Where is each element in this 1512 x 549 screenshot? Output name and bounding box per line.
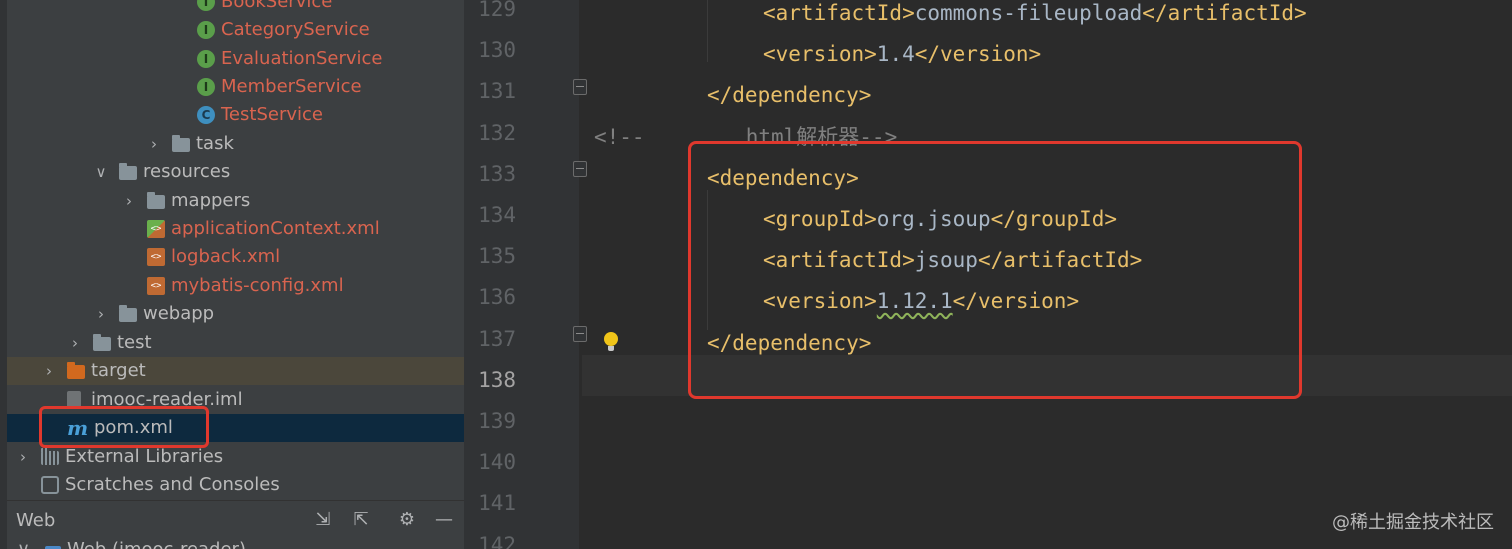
web-tree-row[interactable]: ∨ Web (imooc-reader) xyxy=(7,540,464,549)
editor-gutter: 129 130 131 132 133 134 135 136 137 138 139 140 141 1… xyxy=(464,0,579,549)
folder-icon xyxy=(93,334,111,351)
tree-item-label: target xyxy=(91,360,146,381)
annotation-box-dependency xyxy=(688,141,1302,399)
tree-item[interactable]: I BookService xyxy=(7,0,464,16)
code-line: </dependency> xyxy=(707,81,871,109)
tree-item[interactable]: C TestService xyxy=(7,101,464,129)
tree-item-label: mappers xyxy=(171,190,251,211)
line-number: 134 xyxy=(478,203,516,227)
tree-item-label: logback.xml xyxy=(171,246,281,267)
gear-icon[interactable]: ⚙ xyxy=(396,509,418,531)
chevron-down-icon[interactable]: ∨ xyxy=(94,158,108,186)
annotation-box-pom xyxy=(39,406,209,448)
line-number: 132 xyxy=(478,120,516,145)
tool-window-stripe xyxy=(0,0,7,549)
tree-item-label: task xyxy=(196,133,234,154)
tree-item-label: applicationContext.xml xyxy=(171,218,380,239)
folder-icon xyxy=(147,192,165,209)
line-number: 129 xyxy=(478,0,516,21)
minimize-icon[interactable]: — xyxy=(433,509,455,531)
xml-tag: </version> xyxy=(914,42,1042,67)
project-tool-window: I BookService I CategoryService I EvaluationS… xyxy=(0,0,464,549)
tree-item-label: resources xyxy=(143,161,231,182)
tree-item-label: MemberService xyxy=(221,76,362,97)
line-number: 136 xyxy=(478,285,516,310)
lightbulb-icon[interactable] xyxy=(604,332,618,351)
tree-item[interactable]: I MemberService xyxy=(7,73,464,101)
spring-xml-icon: <> xyxy=(147,220,165,238)
web-panel-title: Web xyxy=(16,510,56,531)
libraries-icon xyxy=(41,448,59,465)
interface-icon: I xyxy=(197,50,215,68)
interface-icon: I xyxy=(197,78,215,96)
fold-marker-icon[interactable] xyxy=(573,79,587,95)
tree-item-label: BookService xyxy=(221,0,333,12)
line-number: 133 xyxy=(478,161,516,186)
code-line: <version>1.4</version> xyxy=(763,40,1041,68)
chevron-right-icon[interactable]: › xyxy=(68,329,82,357)
tree-item[interactable]: › task xyxy=(7,130,464,158)
tree-item-label: mybatis-config.xml xyxy=(171,275,344,296)
tree-item[interactable]: <> logback.xml xyxy=(7,243,464,271)
line-number: 140 xyxy=(478,450,516,475)
excluded-folder-icon xyxy=(67,362,85,379)
xml-text: 1.4 xyxy=(876,42,915,67)
indent-guide xyxy=(707,0,708,62)
web-tool-window-header: Web ⇲ ⇱ ⚙ — xyxy=(7,500,464,541)
tree-item[interactable]: I EvaluationService xyxy=(7,45,464,73)
tree-item[interactable]: <> applicationContext.xml xyxy=(7,215,464,243)
tree-item[interactable]: <> mybatis-config.xml xyxy=(7,272,464,300)
line-number: 137 xyxy=(478,326,516,351)
xml-text: commons-fileupload xyxy=(914,1,1143,25)
web-folder-icon xyxy=(119,305,137,322)
expand-all-icon[interactable]: ⇲ xyxy=(312,509,334,531)
tree-item[interactable]: › test xyxy=(7,329,464,357)
xml-tag: <version> xyxy=(763,42,877,67)
xml-tag: </artifactId> xyxy=(1142,1,1307,25)
class-icon: C xyxy=(197,106,215,124)
scratches-icon xyxy=(41,476,59,494)
line-number: 135 xyxy=(478,244,516,269)
chevron-right-icon[interactable]: › xyxy=(16,443,30,471)
tree-item[interactable]: › target xyxy=(7,357,464,385)
xml-file-icon: <> xyxy=(147,248,165,266)
interface-icon: I xyxy=(197,0,215,11)
chevron-right-icon[interactable]: › xyxy=(94,300,108,328)
tree-item[interactable]: › webapp xyxy=(7,300,464,328)
chevron-right-icon[interactable]: › xyxy=(42,357,56,385)
xml-file-icon: <> xyxy=(147,277,165,295)
fold-marker-icon[interactable] xyxy=(573,326,587,342)
chevron-down-icon[interactable]: ∨ xyxy=(17,540,30,549)
tree-item[interactable]: ∨ resources xyxy=(7,158,464,186)
line-number: 130 xyxy=(478,38,516,63)
xml-tag: <artifactId> xyxy=(763,1,915,25)
line-number: 139 xyxy=(478,409,516,433)
collapse-all-icon[interactable]: ⇱ xyxy=(350,509,372,531)
package-folder-icon xyxy=(172,135,190,152)
line-number: 138 xyxy=(478,367,516,392)
line-number: 131 xyxy=(478,79,516,104)
tree-item[interactable]: Scratches and Consoles xyxy=(7,471,464,499)
chevron-right-icon[interactable]: › xyxy=(147,130,161,158)
tree-item-label: EvaluationService xyxy=(221,48,383,69)
web-tree-row-label: Web (imooc-reader) xyxy=(67,540,246,549)
code-editor[interactable]: 129 130 131 132 133 134 135 136 137 138 139 140 141 1… xyxy=(464,0,1512,549)
tree-item-label: CategoryService xyxy=(221,19,370,40)
tree-item[interactable]: › mappers xyxy=(7,187,464,215)
indent-guide xyxy=(707,190,708,330)
interface-icon: I xyxy=(197,21,215,39)
line-number: 142 xyxy=(478,532,516,549)
tree-item-label: TestService xyxy=(221,104,323,125)
watermark: @稀土掘金技术社区 xyxy=(1332,512,1494,533)
resources-folder-icon xyxy=(119,163,137,180)
tree-item-label: Scratches and Consoles xyxy=(65,474,280,495)
tree-item[interactable]: I CategoryService xyxy=(7,16,464,44)
tree-item-label: test xyxy=(117,332,152,353)
tree-item-label: webapp xyxy=(143,303,215,324)
code-line: <artifactId>commons-fileupload</artifact… xyxy=(763,0,1307,27)
chevron-right-icon[interactable]: › xyxy=(122,187,136,215)
fold-marker-icon[interactable] xyxy=(573,161,587,177)
line-number: 141 xyxy=(478,491,516,516)
xml-tag: </dependency> xyxy=(707,83,872,108)
